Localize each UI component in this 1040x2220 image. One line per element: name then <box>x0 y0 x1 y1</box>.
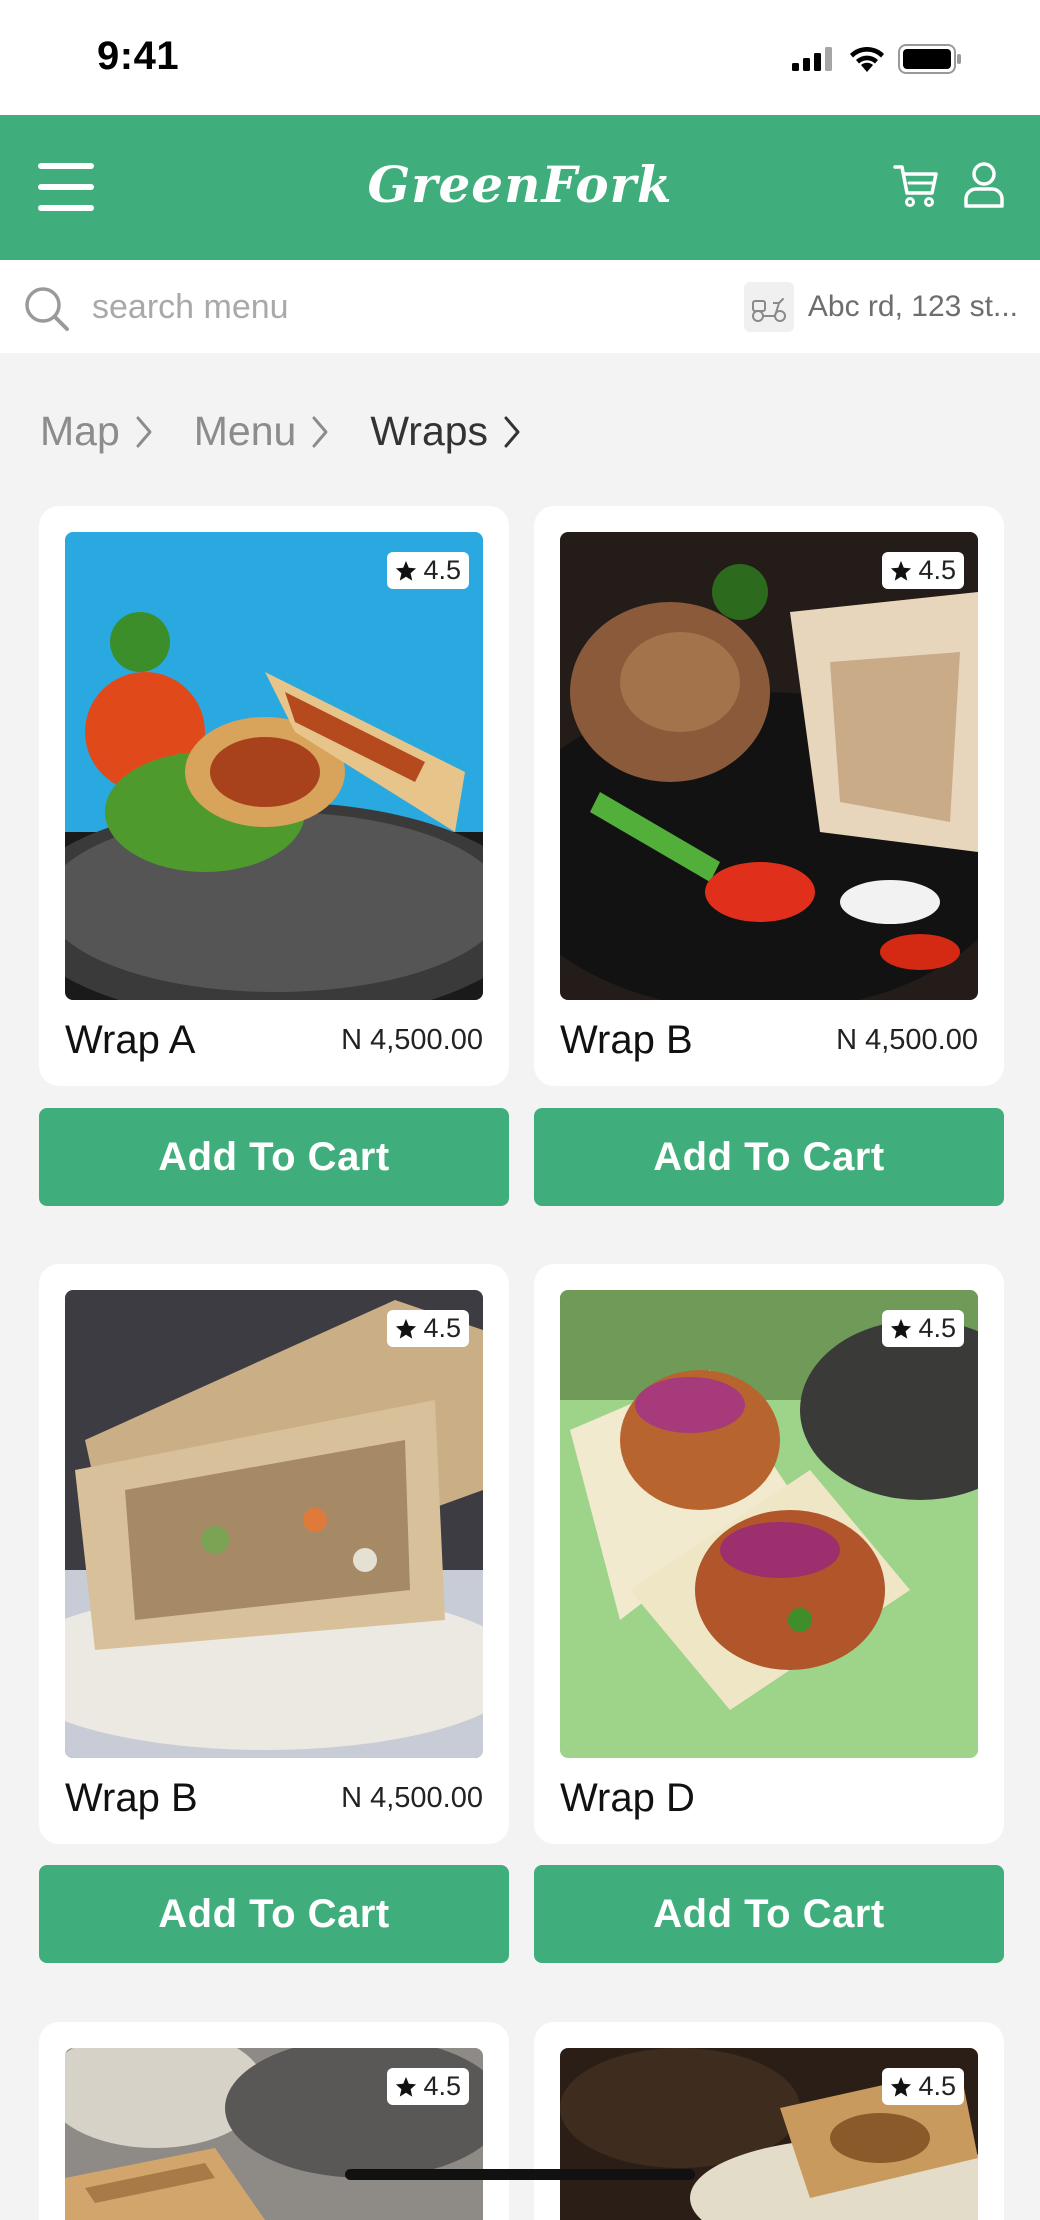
item-name: Wrap B <box>560 1018 693 1062</box>
star-icon <box>396 2076 417 2097</box>
app-header: GreenFork <box>0 115 1040 260</box>
location-text: Abc rd, 123 st... <box>807 290 1018 323</box>
profile-icon <box>964 162 1004 208</box>
menu-item-card[interactable]: 4.5 <box>534 2022 1004 2220</box>
menu-item-card[interactable]: 4.5 <box>39 2022 509 2220</box>
add-to-cart-button[interactable]: Add To Cart <box>39 1865 509 1963</box>
add-to-cart-button[interactable]: Add To Cart <box>39 1108 509 1206</box>
status-bar: 9:41 <box>0 0 1040 115</box>
menu-item-card[interactable]: 4.5 Wrap D <box>534 1264 1004 1844</box>
menu-item-card[interactable]: 4.5 Wrap B N 4,500.00 <box>534 506 1004 1086</box>
search-bar: Abc rd, 123 st... <box>0 260 1040 353</box>
rating-value: 4.5 <box>918 1313 956 1343</box>
star-icon <box>891 1318 912 1339</box>
item-name: Wrap B <box>65 1776 198 1820</box>
item-name: Wrap A <box>65 1018 196 1062</box>
breadcrumb: Map Menu Wraps <box>40 408 562 455</box>
star-icon <box>891 560 912 581</box>
rating-value: 4.5 <box>423 555 461 585</box>
rating-badge: 4.5 <box>882 1310 964 1347</box>
star-icon <box>396 1318 417 1339</box>
add-to-cart-button[interactable]: Add To Cart <box>534 1865 1004 1963</box>
rating-value: 4.5 <box>423 2071 461 2101</box>
cart-icon <box>893 165 938 207</box>
item-name: Wrap D <box>560 1776 695 1820</box>
rating-badge: 4.5 <box>387 1310 469 1347</box>
item-price: N 4,500.00 <box>836 1024 978 1056</box>
rating-badge: 4.5 <box>882 552 964 589</box>
item-image[interactable]: 4.5 <box>65 1290 483 1758</box>
rating-badge: 4.5 <box>882 2068 964 2105</box>
breadcrumb-item-menu[interactable]: Menu <box>194 408 371 455</box>
wifi-icon <box>850 46 884 72</box>
item-image[interactable]: 4.5 <box>560 2048 978 2220</box>
rating-value: 4.5 <box>918 2071 956 2101</box>
home-indicator[interactable] <box>345 2169 695 2180</box>
breadcrumb-label: Wraps <box>370 408 489 454</box>
scooter-icon <box>743 282 794 332</box>
rating-value: 4.5 <box>918 555 956 585</box>
search-icon <box>25 287 69 331</box>
breadcrumb-label: Menu <box>193 408 297 454</box>
breadcrumb-item-map[interactable]: Map <box>40 408 194 455</box>
item-price: N 4,500.00 <box>341 1024 483 1056</box>
search-input[interactable] <box>92 280 672 334</box>
rating-badge: 4.5 <box>387 2068 469 2105</box>
item-image[interactable]: 4.5 <box>65 2048 483 2220</box>
signal-icon <box>792 47 832 71</box>
item-image[interactable]: 4.5 <box>560 1290 978 1758</box>
profile-button[interactable] <box>962 161 1006 214</box>
breadcrumb-item-wraps[interactable]: Wraps <box>370 408 562 455</box>
breadcrumb-label: Map <box>40 408 120 454</box>
delivery-location[interactable]: Abc rd, 123 st... <box>743 282 1018 332</box>
brand-logo[interactable]: GreenFork <box>0 155 1040 214</box>
chevron-right-icon <box>136 416 152 447</box>
item-price: N 4,500.00 <box>341 1782 483 1814</box>
menu-item-card[interactable]: 4.5 Wrap A N 4,500.00 <box>39 506 509 1086</box>
star-icon <box>396 560 417 581</box>
chevron-right-icon <box>312 416 328 447</box>
battery-icon <box>898 44 961 74</box>
chevron-right-icon <box>504 416 520 447</box>
item-image[interactable]: 4.5 <box>65 532 483 1000</box>
add-to-cart-button[interactable]: Add To Cart <box>534 1108 1004 1206</box>
status-icons <box>792 44 962 74</box>
item-image[interactable]: 4.5 <box>560 532 978 1000</box>
status-time: 9:41 <box>97 34 180 78</box>
rating-value: 4.5 <box>423 1313 461 1343</box>
star-icon <box>891 2076 912 2097</box>
cart-button[interactable] <box>892 161 940 214</box>
menu-item-card[interactable]: 4.5 Wrap B N 4,500.00 <box>39 1264 509 1844</box>
rating-badge: 4.5 <box>387 552 469 589</box>
